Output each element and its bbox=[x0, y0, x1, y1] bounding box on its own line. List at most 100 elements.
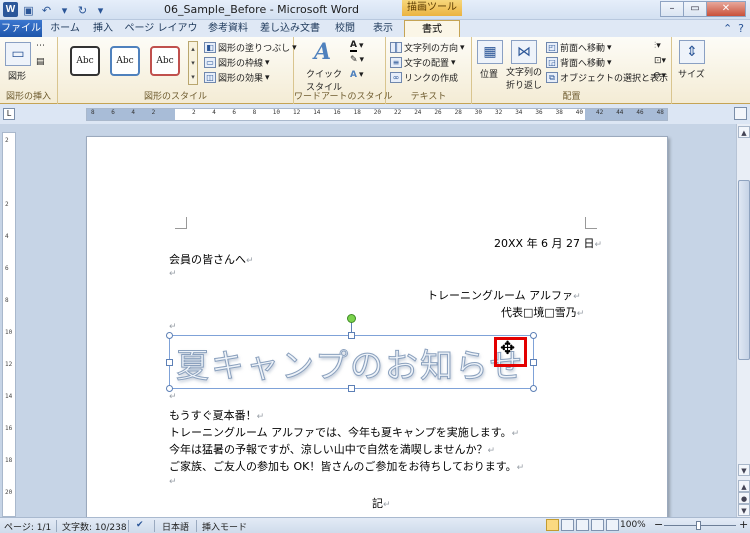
document-workspace: 22468101214161820 ⚓ 20XX 年 6 月 27 日↵ 会員の… bbox=[0, 124, 736, 517]
resize-handle-top[interactable] bbox=[348, 332, 355, 339]
draft-view-icon[interactable] bbox=[606, 519, 619, 531]
text-outline-button[interactable]: ✎ ▾ bbox=[350, 55, 364, 65]
size-icon[interactable]: ⇕ bbox=[679, 40, 705, 64]
tab-selector-icon[interactable]: L bbox=[3, 108, 15, 120]
link-icon: ∞ bbox=[390, 72, 402, 83]
wrap-text-icon[interactable]: ⋈ bbox=[511, 40, 537, 64]
resize-handle-right[interactable] bbox=[530, 359, 537, 366]
page-count[interactable]: ページ: 1/1 bbox=[4, 520, 51, 533]
scroll-down-arrow[interactable]: ▼ bbox=[738, 464, 750, 476]
position-icon[interactable]: ▦ bbox=[477, 40, 503, 64]
tab-insert[interactable]: 挿入 bbox=[88, 20, 118, 37]
ruler-tick-label: 46 bbox=[636, 109, 644, 116]
browse-object-icon[interactable]: ● bbox=[738, 492, 750, 504]
scroll-up-arrow[interactable]: ▲ bbox=[738, 126, 750, 138]
scroll-thumb[interactable] bbox=[738, 180, 750, 360]
text-fill-button[interactable]: A ▾ bbox=[350, 40, 364, 52]
document-page[interactable]: 20XX 年 6 月 27 日↵ 会員の皆さんへ↵ ↵ トレーニングルーム アル… bbox=[86, 136, 668, 517]
text-effects-button[interactable]: A ▾ bbox=[350, 70, 364, 80]
zoom-in-button[interactable]: + bbox=[739, 518, 748, 531]
text-box-icon[interactable]: ▤ bbox=[36, 57, 45, 67]
next-page-icon[interactable]: ▼ bbox=[738, 504, 750, 516]
status-bar: ページ: 1/1 文字数: 10/238 ✔ 日本語 挿入モード 100% − … bbox=[0, 517, 750, 533]
resize-handle-top-right[interactable] bbox=[530, 332, 537, 339]
shape-effects-button[interactable]: ◫ 図形の効果 ▾ bbox=[204, 71, 270, 84]
ruler-tick-label: 32 bbox=[495, 109, 503, 116]
send-backward-button[interactable]: ◲ 背面へ移動 ▾ bbox=[546, 56, 612, 69]
ruler-tick-label: 42 bbox=[596, 109, 604, 116]
tab-view[interactable]: 表示 bbox=[368, 20, 398, 37]
tab-home[interactable]: ホーム bbox=[46, 20, 84, 37]
shapes-icon[interactable]: ▭ bbox=[5, 42, 31, 66]
wordart-textbox[interactable]: 夏キャンプのお知らせ bbox=[166, 314, 537, 392]
language[interactable]: 日本語 bbox=[162, 520, 189, 533]
previous-page-icon[interactable]: ▲ bbox=[738, 480, 750, 492]
shape-outline-button[interactable]: ▭ 図形の枠線 ▾ bbox=[204, 56, 270, 69]
empty-line: ↵ bbox=[169, 477, 177, 487]
position-button[interactable]: 位置 bbox=[480, 67, 498, 80]
text-align-button[interactable]: ≡ 文字の配置 ▾ bbox=[390, 56, 456, 69]
text-direction-button[interactable]: ║ 文字列の方向 ▾ bbox=[390, 41, 465, 54]
wordart-title[interactable]: 夏キャンプのお知らせ bbox=[175, 339, 524, 387]
rotate-icon[interactable]: ⟳▾ bbox=[654, 71, 666, 81]
horizontal-ruler[interactable]: 8 6 4 2 2 4 6 8 10 12 14 16 18 20 22 24 26 28 30 32 34 36 38 40… bbox=[86, 108, 668, 121]
ribbon-right-controls: ⌃ ? bbox=[723, 22, 744, 35]
shape-style-black[interactable]: Abc bbox=[70, 46, 100, 76]
tab-page-layout[interactable]: ページ レイアウト bbox=[124, 20, 198, 51]
customize-qat-icon[interactable]: ▾ bbox=[93, 3, 108, 18]
selection-pane-button[interactable]: ⧉ オブジェクトの選択と表示 bbox=[546, 71, 668, 84]
resize-handle-left[interactable] bbox=[166, 359, 173, 366]
web-layout-view-icon[interactable] bbox=[576, 519, 589, 531]
align-icon[interactable]: ⫶▾ bbox=[654, 41, 661, 51]
print-layout-view-icon[interactable] bbox=[546, 519, 559, 531]
zoom-level[interactable]: 100% bbox=[620, 520, 646, 530]
rotation-handle[interactable] bbox=[347, 314, 356, 323]
crop-mark-top-left bbox=[175, 217, 187, 229]
zoom-slider-knob[interactable] bbox=[696, 521, 701, 530]
full-screen-reading-view-icon[interactable] bbox=[561, 519, 574, 531]
send-backward-icon: ◲ bbox=[546, 57, 558, 68]
tab-references[interactable]: 参考資料 bbox=[204, 20, 252, 37]
size-button[interactable]: サイズ bbox=[678, 67, 705, 80]
tab-review[interactable]: 校閲 bbox=[330, 20, 360, 37]
close-button[interactable]: ✕ bbox=[706, 1, 746, 17]
maximize-button[interactable]: ▭ bbox=[683, 1, 707, 17]
bring-forward-button[interactable]: ◰ 前面へ移動 ▾ bbox=[546, 41, 612, 54]
tab-file[interactable]: ファイル bbox=[0, 20, 42, 37]
ruler-tick-label: 26 bbox=[434, 109, 442, 116]
vertical-ruler[interactable]: 2 2 4 6 8 10 12 14 16 18 20 bbox=[2, 132, 16, 517]
resize-handle-bottom-left[interactable] bbox=[166, 385, 173, 392]
group-objects-icon[interactable]: ⊡▾ bbox=[654, 56, 666, 66]
edit-shape-icon[interactable]: ⋯ bbox=[36, 41, 45, 51]
tab-mailings[interactable]: 差し込み文書 bbox=[258, 20, 322, 37]
save-icon[interactable]: ▣ bbox=[21, 3, 36, 18]
word-count[interactable]: 文字数: 10/238 bbox=[62, 520, 127, 533]
shape-fill-button[interactable]: ◧ 図形の塗りつぶし ▾ bbox=[204, 41, 297, 54]
group-label-wordart-styles: ワードアートのスタイル bbox=[294, 92, 393, 102]
help-icon[interactable]: ? bbox=[738, 22, 744, 35]
resize-handle-top-left[interactable] bbox=[166, 332, 173, 339]
undo-icon[interactable]: ↶ bbox=[39, 3, 54, 18]
redo-icon[interactable]: ↻ bbox=[75, 3, 90, 18]
dropdown-icon[interactable]: ▾ bbox=[57, 3, 72, 18]
wrap-text-button[interactable]: 文字列の 折り返し bbox=[506, 65, 542, 91]
text-effects-icon: A bbox=[350, 70, 357, 80]
outline-view-icon[interactable] bbox=[591, 519, 604, 531]
minimize-ribbon-icon[interactable]: ⌃ bbox=[723, 22, 732, 35]
resize-handle-bottom-right[interactable] bbox=[530, 385, 537, 392]
tab-format[interactable]: 書式 bbox=[404, 20, 460, 37]
view-ruler-toggle-icon[interactable] bbox=[734, 107, 747, 120]
shape-style-red[interactable]: Abc bbox=[150, 46, 180, 76]
quick-style-a-icon[interactable]: A bbox=[314, 39, 331, 65]
insert-mode[interactable]: 挿入モード bbox=[202, 520, 247, 533]
group-label-arrange: 配置 bbox=[562, 92, 581, 102]
create-link-button[interactable]: ∞ リンクの作成 bbox=[390, 71, 458, 84]
zoom-out-button[interactable]: − bbox=[654, 518, 663, 531]
shape-style-scroll[interactable]: ▴ ▾ ▾ bbox=[188, 41, 198, 85]
minimize-button[interactable]: – bbox=[660, 1, 684, 17]
word-app-icon[interactable]: W bbox=[3, 2, 18, 17]
proofing-icon[interactable]: ✔ bbox=[136, 520, 144, 530]
vertical-scrollbar[interactable]: ▲ ▼ ▲ ● ▼ bbox=[736, 124, 750, 517]
shape-style-blue[interactable]: Abc bbox=[110, 46, 140, 76]
group-label-shape-styles: 図形のスタイル bbox=[143, 92, 207, 102]
